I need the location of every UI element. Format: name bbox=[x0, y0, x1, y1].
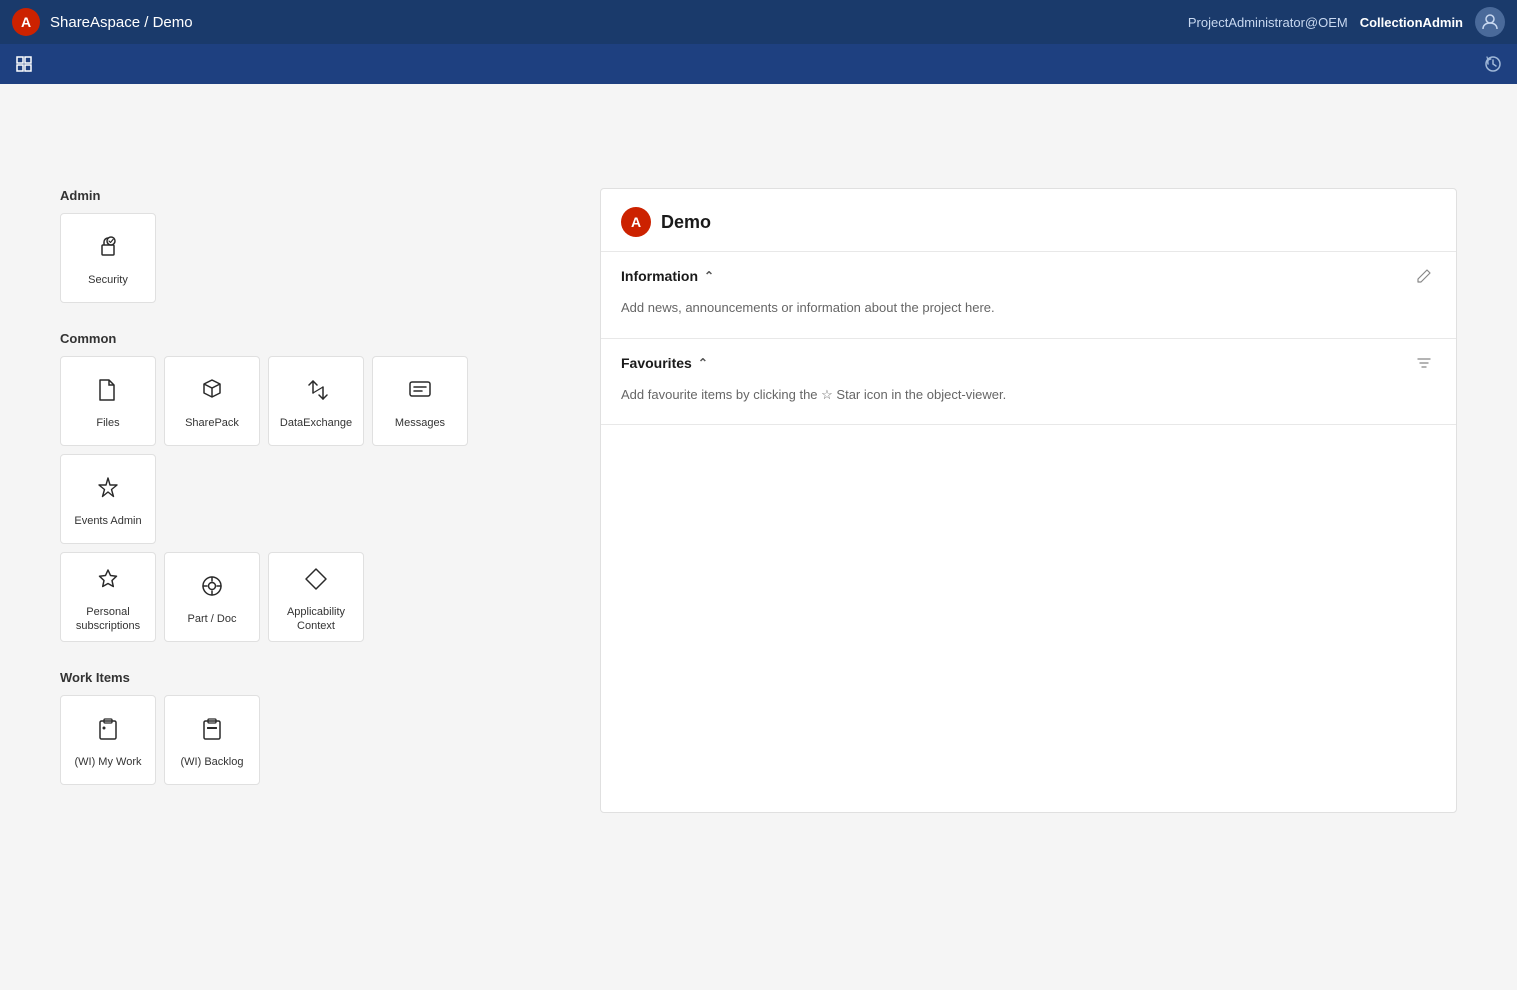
favourites-section-header: Favourites ⌃ bbox=[621, 353, 1436, 373]
tile-partdoc-label: Part / Doc bbox=[184, 612, 241, 626]
history-icon bbox=[1484, 55, 1502, 73]
mywork-icon bbox=[90, 711, 126, 747]
tile-dataexchange[interactable]: DataExchange bbox=[268, 356, 364, 446]
tile-personal-subscriptions-label: Personal subscriptions bbox=[61, 605, 155, 634]
tile-messages-label: Messages bbox=[391, 416, 449, 430]
right-panel: A Demo Information ⌃ Add news, a bbox=[600, 188, 1457, 813]
tile-personal-subscriptions[interactable]: Personal subscriptions bbox=[60, 552, 156, 642]
sharepack-icon bbox=[194, 372, 230, 408]
nav-collection-label: CollectionAdmin bbox=[1360, 15, 1463, 30]
dataexchange-icon bbox=[298, 372, 334, 408]
tile-eventsadmin-label: Events Admin bbox=[70, 514, 145, 528]
common-tiles-row-2: Personal subscriptions Part / Doc bbox=[60, 552, 560, 642]
tile-security[interactable]: Security bbox=[60, 213, 156, 303]
nav-right-area: ProjectAdministrator@OEM CollectionAdmin bbox=[1188, 7, 1505, 37]
backlog-icon bbox=[194, 711, 230, 747]
information-actions bbox=[1412, 266, 1436, 286]
information-edit-button[interactable] bbox=[1412, 266, 1436, 286]
information-section-header: Information ⌃ bbox=[621, 266, 1436, 286]
brand-area: A ShareAspace / Demo bbox=[12, 8, 193, 36]
tile-mywork-label: (WI) My Work bbox=[70, 755, 145, 769]
tile-files-label: Files bbox=[92, 416, 123, 430]
top-navbar: A ShareAspace / Demo ProjectAdministrato… bbox=[0, 0, 1517, 44]
nav-user-label: ProjectAdministrator@OEM bbox=[1188, 15, 1348, 30]
section-workitems: Work Items (WI) My Work bbox=[60, 670, 560, 785]
tile-mywork[interactable]: (WI) My Work bbox=[60, 695, 156, 785]
left-panel: Admin Security Common bbox=[60, 188, 560, 813]
files-icon bbox=[90, 372, 126, 408]
admin-tiles-row: Security bbox=[60, 213, 560, 303]
history-button[interactable] bbox=[1477, 48, 1509, 80]
tile-backlog[interactable]: (WI) Backlog bbox=[164, 695, 260, 785]
information-chevron-icon[interactable]: ⌃ bbox=[704, 269, 714, 283]
project-title: Demo bbox=[661, 212, 711, 233]
favourites-filter-button[interactable] bbox=[1412, 353, 1436, 373]
grid-icon bbox=[15, 55, 33, 73]
tile-applicability[interactable]: Applicability Context bbox=[268, 552, 364, 642]
tile-files[interactable]: Files bbox=[60, 356, 156, 446]
tile-partdoc[interactable]: Part / Doc bbox=[164, 552, 260, 642]
tile-sharepack-label: SharePack bbox=[181, 416, 243, 430]
project-header: A Demo bbox=[601, 189, 1456, 252]
main-content: Admin Security Common bbox=[0, 168, 1517, 833]
section-admin: Admin Security bbox=[60, 188, 560, 303]
favourites-section: Favourites ⌃ Add favourite items by clic… bbox=[601, 339, 1456, 426]
brand-logo-icon: A bbox=[12, 8, 40, 36]
tile-sharepack[interactable]: SharePack bbox=[164, 356, 260, 446]
favourites-chevron-icon[interactable]: ⌃ bbox=[698, 356, 708, 370]
tile-backlog-label: (WI) Backlog bbox=[177, 755, 248, 769]
section-common-label: Common bbox=[60, 331, 560, 346]
tile-eventsadmin[interactable]: Events Admin bbox=[60, 454, 156, 544]
applicability-icon bbox=[298, 561, 334, 597]
security-icon bbox=[90, 229, 126, 265]
tile-dataexchange-label: DataExchange bbox=[276, 416, 356, 430]
eventsadmin-icon bbox=[90, 470, 126, 506]
project-logo-icon: A bbox=[621, 207, 651, 237]
information-body: Add news, announcements or information a… bbox=[621, 298, 1436, 318]
tile-applicability-label: Applicability Context bbox=[269, 605, 363, 634]
section-admin-label: Admin bbox=[60, 188, 560, 203]
partdoc-icon bbox=[194, 568, 230, 604]
personal-subscriptions-icon bbox=[90, 561, 126, 597]
favourites-section-title: Favourites ⌃ bbox=[621, 355, 708, 371]
grid-toggle-button[interactable] bbox=[8, 48, 40, 80]
favourites-body: Add favourite items by clicking the ☆ St… bbox=[621, 385, 1436, 405]
common-tiles-row-1: Files SharePack bbox=[60, 356, 560, 544]
secondary-navbar bbox=[0, 44, 1517, 84]
brand-title: ShareAspace / Demo bbox=[50, 14, 193, 31]
tile-security-label: Security bbox=[84, 273, 132, 287]
messages-icon bbox=[402, 372, 438, 408]
section-workitems-label: Work Items bbox=[60, 670, 560, 685]
favourites-actions bbox=[1412, 353, 1436, 373]
user-avatar[interactable] bbox=[1475, 7, 1505, 37]
section-common: Common Files bbox=[60, 331, 560, 642]
avatar-icon bbox=[1481, 13, 1499, 31]
information-section: Information ⌃ Add news, announcements or… bbox=[601, 252, 1456, 339]
workitems-tiles-row: (WI) My Work (WI) Backlog bbox=[60, 695, 560, 785]
tile-messages[interactable]: Messages bbox=[372, 356, 468, 446]
information-section-title: Information ⌃ bbox=[621, 268, 714, 284]
